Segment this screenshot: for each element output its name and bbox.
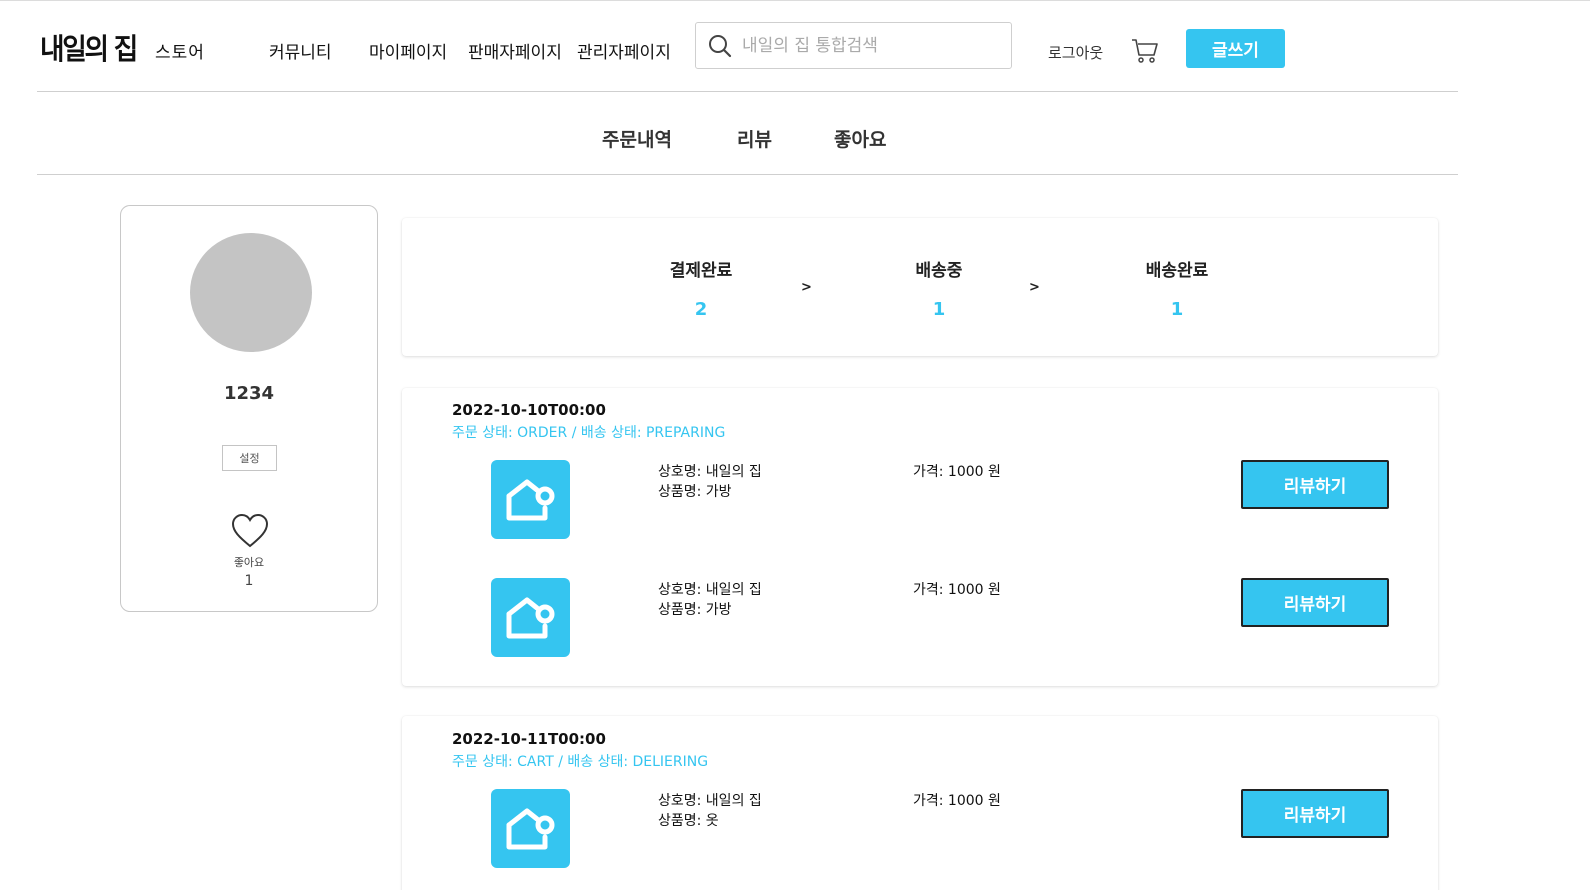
logo[interactable]: 내일의 집 — [40, 26, 138, 68]
tab-order-history[interactable]: 주문내역 — [602, 125, 672, 152]
settings-button[interactable]: 설정 — [222, 445, 277, 471]
search-input[interactable] — [742, 31, 1002, 61]
logout-link[interactable]: 로그아웃 — [1048, 42, 1103, 63]
product-thumbnail[interactable] — [491, 460, 570, 539]
order-status-summary: 결제완료 2 > 배송중 1 > 배송완료 1 — [402, 218, 1438, 356]
heart-icon[interactable] — [231, 513, 269, 553]
order-date: 2022-10-11T00:00 — [452, 730, 606, 748]
avatar — [190, 233, 312, 352]
order-card: 2022-10-11T00:00 주문 상태: CART / 배송 상태: DE… — [402, 716, 1438, 890]
status-shipping-label: 배송중 — [915, 261, 963, 281]
house-logo-icon — [506, 479, 555, 521]
chevron-right-icon: > — [1029, 280, 1040, 295]
order-card: 2022-10-10T00:00 주문 상태: ORDER / 배송 상태: P… — [402, 388, 1438, 686]
product-thumbnail[interactable] — [491, 578, 570, 657]
order-date: 2022-10-10T00:00 — [452, 401, 606, 419]
nav-community[interactable]: 커뮤니티 — [269, 38, 332, 63]
tab-likes[interactable]: 좋아요 — [834, 125, 886, 152]
search-icon — [709, 35, 732, 58]
write-review-button[interactable]: 리뷰하기 — [1241, 789, 1389, 838]
write-button[interactable]: 글쓰기 — [1186, 29, 1285, 68]
search-box — [695, 22, 1012, 69]
status-shipping-count[interactable]: 1 — [879, 299, 999, 320]
product-price: 가격: 1000 원 — [913, 582, 1001, 598]
subnav-divider — [37, 174, 1458, 175]
shop-name: 상호명: 내일의 집 — [658, 464, 762, 480]
order-status: 주문 상태: CART / 배송 상태: DELIERING — [452, 754, 709, 770]
header-divider — [37, 91, 1458, 92]
likes-count: 1 — [244, 573, 254, 589]
username: 1234 — [223, 383, 275, 404]
cart-icon[interactable] — [1131, 38, 1159, 68]
product-price: 가격: 1000 원 — [913, 793, 1001, 809]
status-delivered-label: 배송완료 — [1145, 261, 1209, 281]
status-delivered-count[interactable]: 1 — [1117, 299, 1237, 320]
product-name: 상품명: 옷 — [658, 813, 719, 829]
tab-reviews[interactable]: 리뷰 — [737, 125, 772, 152]
product-price: 가격: 1000 원 — [913, 464, 1001, 480]
shop-name: 상호명: 내일의 집 — [658, 582, 762, 598]
order-status: 주문 상태: ORDER / 배송 상태: PREPARING — [452, 425, 726, 441]
nav-admin-page[interactable]: 관리자페이지 — [577, 38, 671, 63]
nav-seller-page[interactable]: 판매자페이지 — [468, 38, 562, 63]
house-logo-icon — [506, 808, 555, 850]
product-name: 상품명: 가방 — [658, 602, 732, 618]
write-review-button[interactable]: 리뷰하기 — [1241, 460, 1389, 509]
status-paid-label: 결제완료 — [669, 261, 733, 281]
likes-label: 좋아요 — [233, 556, 265, 569]
nav-store[interactable]: 스토어 — [155, 38, 205, 63]
shop-name: 상호명: 내일의 집 — [658, 793, 762, 809]
product-name: 상품명: 가방 — [658, 484, 732, 500]
house-logo-icon — [506, 597, 555, 639]
header: 내일의 집 스토어 커뮤니티 마이페이지 판매자페이지 관리자페이지 로그아웃 … — [0, 0, 1590, 92]
write-review-button[interactable]: 리뷰하기 — [1241, 578, 1389, 627]
product-thumbnail[interactable] — [491, 789, 570, 868]
profile-card: 1234 설정 좋아요 1 — [120, 205, 378, 612]
nav-mypage[interactable]: 마이페이지 — [369, 38, 447, 63]
chevron-right-icon: > — [801, 280, 812, 295]
status-paid-count[interactable]: 2 — [641, 299, 761, 320]
